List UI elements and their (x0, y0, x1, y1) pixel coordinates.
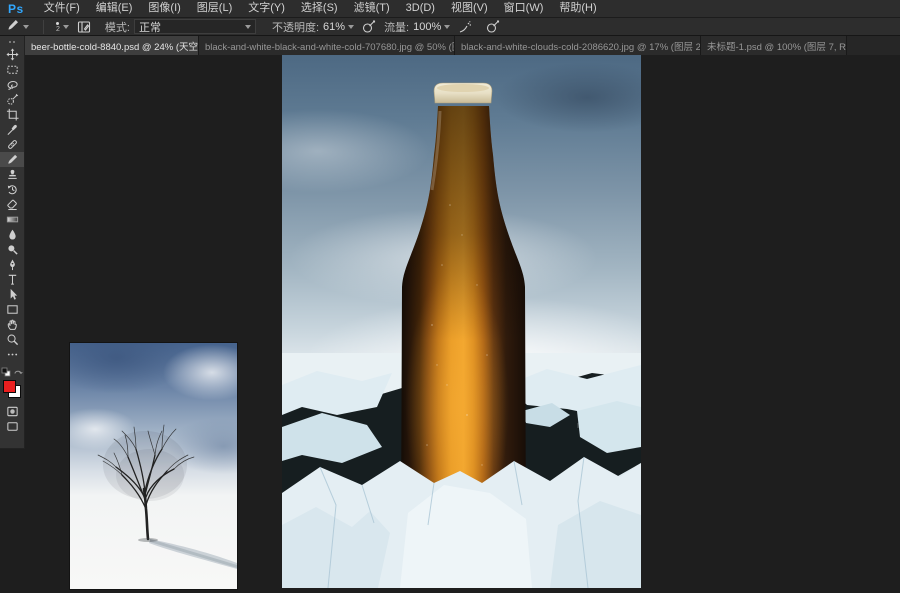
blend-mode-select[interactable]: 正常 (134, 19, 256, 34)
menu-item-select[interactable]: 选择(S) (293, 0, 346, 17)
spot-healing-brush-tool[interactable] (0, 137, 24, 152)
cap-top (437, 84, 489, 92)
opacity-label[interactable]: 不透明度: (272, 19, 319, 35)
tools-panel (0, 36, 25, 449)
opacity-control: 不透明度: 61% (272, 19, 354, 35)
snow-track-line (150, 539, 237, 568)
panel-collapse-handle[interactable] (9, 38, 15, 46)
gradient-tool[interactable] (0, 212, 24, 227)
path-selection-tool[interactable] (0, 287, 24, 302)
menu-item-help[interactable]: 帮助(H) (551, 0, 604, 17)
tool-options-bar: 2 模式: 正常 不透明度: 61% 流量: 100% (0, 18, 900, 36)
options-separator (43, 20, 44, 34)
toggle-brush-panel-button[interactable] (77, 20, 91, 34)
menu-item-layer[interactable]: 图层(L) (189, 0, 240, 17)
menu-bar: Ps 文件(F) 编辑(E) 图像(I) 图层(L) 文字(Y) 选择(S) 滤… (0, 0, 900, 18)
brush-preview-icon: 2 (56, 22, 60, 32)
photoshop-window: { "app": { "logo": "Ps" }, "menu_bar": {… (0, 0, 900, 593)
document-tab-title: 未标题-1.psd @ 100% (图层 7, RGB/8#) (707, 39, 847, 53)
photoshop-logo: Ps (8, 2, 24, 16)
document-tab-2[interactable]: black-and-white-black-and-white-cold-707… (199, 36, 455, 55)
eyedropper-tool[interactable] (0, 122, 24, 137)
edit-toolbar-button[interactable] (0, 347, 24, 362)
menu-item-type[interactable]: 文字(Y) (240, 0, 293, 17)
document-tab-4[interactable]: 未标题-1.psd @ 100% (图层 7, RGB/8#) × (701, 36, 847, 55)
menu-item-view[interactable]: 视图(V) (443, 0, 496, 17)
brush-tool-icon (6, 18, 20, 35)
menu-item-3d[interactable]: 3D(D) (398, 0, 443, 17)
flow-control: 流量: 100% (384, 19, 450, 35)
dodge-tool[interactable] (0, 242, 24, 257)
color-swatches (3, 380, 21, 398)
menu-item-file[interactable]: 文件(F) (36, 0, 88, 17)
blend-mode-control: 模式: 正常 (105, 19, 256, 35)
chevron-down-icon[interactable] (444, 25, 450, 29)
brush-tool[interactable] (0, 152, 24, 167)
beer-bottle-composite-image (282, 55, 641, 588)
chevron-down-icon (245, 25, 251, 29)
brush-size-value: 2 (56, 27, 60, 32)
chevron-down-icon (63, 25, 69, 29)
swap-colors-icon[interactable] (13, 367, 23, 377)
eraser-tool[interactable] (0, 197, 24, 212)
default-colors-icon[interactable] (1, 367, 11, 377)
document-tab-bar: beer-bottle-cold-8840.psd @ 24% (天空, RGB… (25, 36, 900, 55)
move-tool[interactable] (0, 47, 24, 62)
winter-tree-image-window[interactable] (69, 342, 238, 590)
flow-label[interactable]: 流量: (384, 19, 409, 35)
document-tab-3[interactable]: black-and-white-clouds-cold-2086620.jpg … (455, 36, 701, 55)
foreground-color-swatch[interactable] (3, 380, 16, 393)
tree-base-shadow (138, 538, 158, 542)
zoom-tool[interactable] (0, 332, 24, 347)
color-swatch-mini-controls (1, 366, 23, 378)
hand-tool[interactable] (0, 317, 24, 332)
flow-value[interactable]: 100% (413, 21, 441, 33)
crop-tool[interactable] (0, 107, 24, 122)
pressure-opacity-button[interactable] (362, 20, 376, 34)
brush-preset-picker[interactable]: 2 (50, 22, 69, 32)
history-brush-tool[interactable] (0, 182, 24, 197)
blend-mode-value: 正常 (139, 19, 161, 35)
chevron-down-icon (23, 25, 29, 29)
screen-mode-button[interactable] (0, 419, 24, 434)
chevron-down-icon[interactable] (348, 25, 354, 29)
airbrush-button[interactable] (458, 20, 472, 34)
menu-item-edit[interactable]: 编辑(E) (88, 0, 141, 17)
rectangular-marquee-tool[interactable] (0, 62, 24, 77)
tool-preset-picker[interactable] (6, 18, 29, 35)
document-tab-title: black-and-white-clouds-cold-2086620.jpg … (461, 39, 701, 53)
document-canvas[interactable] (282, 55, 641, 588)
document-tab-title: beer-bottle-cold-8840.psd @ 24% (天空, RGB… (31, 39, 199, 53)
document-tab-title: black-and-white-black-and-white-cold-707… (205, 39, 455, 53)
quick-selection-tool[interactable] (0, 92, 24, 107)
type-tool[interactable] (0, 272, 24, 287)
mode-label: 模式: (105, 19, 130, 35)
pressure-size-button[interactable] (486, 20, 500, 34)
winter-tree-image (70, 343, 237, 589)
opacity-value[interactable]: 61% (323, 21, 345, 33)
menu-item-window[interactable]: 窗口(W) (496, 0, 552, 17)
document-tab-1[interactable]: beer-bottle-cold-8840.psd @ 24% (天空, RGB… (25, 36, 199, 55)
foreground-ice-chunks (282, 457, 641, 588)
menu-item-image[interactable]: 图像(I) (140, 0, 188, 17)
pen-tool[interactable] (0, 257, 24, 272)
blur-tool[interactable] (0, 227, 24, 242)
menu-item-filter[interactable]: 滤镜(T) (346, 0, 398, 17)
quick-mask-button[interactable] (0, 404, 24, 419)
rectangle-tool[interactable] (0, 302, 24, 317)
lasso-tool[interactable] (0, 77, 24, 92)
clone-stamp-tool[interactable] (0, 167, 24, 182)
